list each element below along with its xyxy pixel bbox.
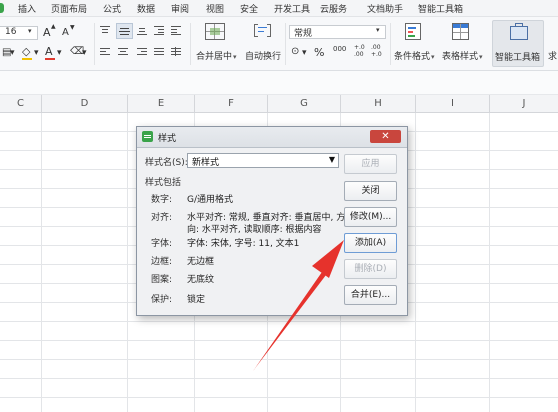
- arrow-shaft: [253, 272, 326, 371]
- annotation-arrow-icon: [253, 240, 344, 371]
- arrow-head: [312, 240, 344, 278]
